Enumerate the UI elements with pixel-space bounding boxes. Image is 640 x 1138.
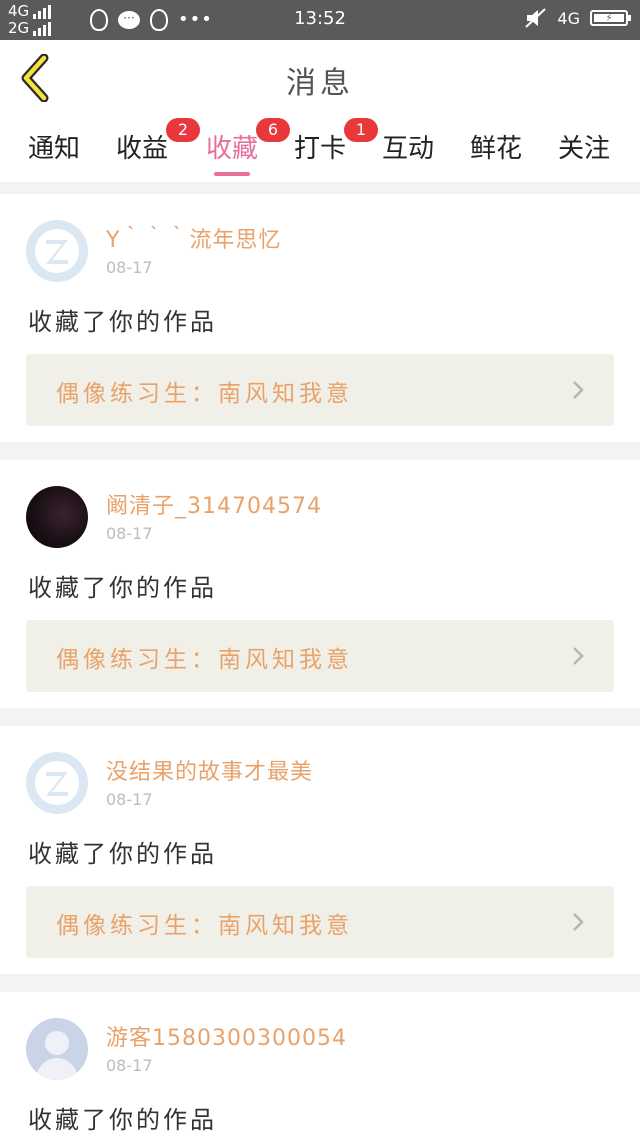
mute-icon [525,8,547,28]
work-title: 偶像练习生：南风知我意 [56,381,353,407]
unread-badge: 2 [166,118,200,142]
avatar[interactable] [26,220,88,282]
tab-label: 通知 [28,134,81,164]
tab-label: 互动 [382,134,435,164]
message-date: 08-17 [106,524,153,543]
tab-label: 关注 [558,134,611,164]
tab-earnings[interactable]: 收益 2 [116,118,200,165]
message-card: 游客1580300300054 08-17 收藏了你的作品 [0,992,640,1138]
user-silhouette-icon [35,1031,79,1080]
page-title: 消息 [286,66,354,101]
username[interactable]: Y｀｀｀流年思忆 [106,222,281,254]
message-date: 08-17 [106,790,153,809]
tab-label: 打卡 [294,134,347,164]
avatar[interactable] [26,752,88,814]
message-text: 收藏了你的作品 [28,308,217,336]
tab-notifications[interactable]: 通知 [28,128,80,165]
battery-charging-icon: ⚡ [590,10,631,26]
message-card: Y｀｀｀流年思忆 08-17 收藏了你的作品 偶像练习生：南风知我意 [0,194,640,442]
tab-label: 收藏 [206,134,259,164]
header: 消息 [0,40,640,119]
tab-flowers[interactable]: 鲜花 [470,128,522,165]
chevron-right-icon [573,913,584,931]
tab-favorites[interactable]: 收藏 6 [206,118,290,165]
tab-bar: 通知 收益 2 收藏 6 打卡 1 互动 鲜花 关注 [0,118,640,182]
message-date: 08-17 [106,1056,153,1075]
message-text: 收藏了你的作品 [28,574,217,602]
tab-label: 收益 [116,134,169,164]
work-link[interactable]: 偶像练习生：南风知我意 [26,620,614,692]
work-link[interactable]: 偶像练习生：南风知我意 [26,354,614,426]
tab-label: 鲜花 [470,134,523,164]
message-card: 没结果的故事才最美 08-17 收藏了你的作品 偶像练习生：南风知我意 [0,726,640,974]
work-title: 偶像练习生：南风知我意 [56,913,353,939]
tab-interaction[interactable]: 互动 [382,128,434,165]
network-type-right: 4G [557,8,580,28]
default-avatar-icon [35,229,79,273]
avatar[interactable] [26,1018,88,1080]
avatar[interactable] [26,486,88,548]
default-avatar-icon [35,761,79,805]
tab-checkin[interactable]: 打卡 1 [294,118,378,165]
tab-follow[interactable]: 关注 [558,128,610,165]
message-text: 收藏了你的作品 [28,840,217,868]
message-text: 收藏了你的作品 [28,1106,217,1134]
username[interactable]: 游客1580300300054 [106,1020,347,1052]
message-card: 阚清子_314704574 08-17 收藏了你的作品 偶像练习生：南风知我意 [0,460,640,708]
work-title: 偶像练习生：南风知我意 [56,647,353,673]
status-bar: 4G 2G ··· ••• 13:52 4G ⚡ [0,0,640,40]
active-tab-indicator [214,172,250,176]
chevron-right-icon [573,647,584,665]
chevron-right-icon [573,381,584,399]
unread-badge: 6 [256,118,290,142]
username[interactable]: 阚清子_314704574 [106,488,322,520]
username[interactable]: 没结果的故事才最美 [106,754,313,786]
unread-badge: 1 [344,118,378,142]
work-link[interactable]: 偶像练习生：南风知我意 [26,886,614,958]
message-date: 08-17 [106,258,153,277]
